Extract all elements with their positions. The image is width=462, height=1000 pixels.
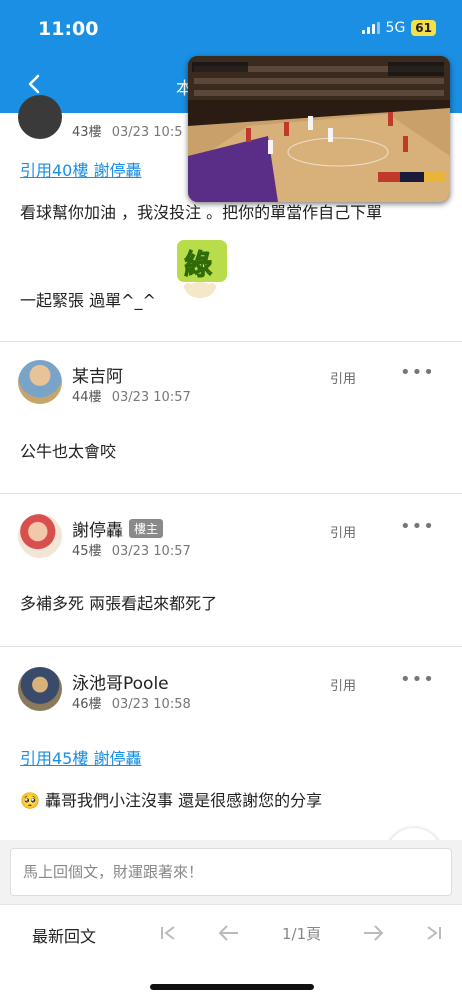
status-indicators: 5G 61	[361, 20, 436, 36]
last-page-icon[interactable]	[424, 925, 442, 941]
first-page-icon[interactable]	[160, 925, 178, 941]
sticker-image: 綠	[172, 235, 232, 301]
more-dots-icon[interactable]: •••	[400, 516, 435, 537]
post-content: 看球幫你加油 ，我沒投注 。把你的單當作自己下單	[20, 203, 383, 222]
more-dots-icon[interactable]: •••	[400, 669, 435, 690]
arrow-left-icon[interactable]	[218, 925, 240, 941]
post-header: 某吉阿 44樓 03/23 10:57 引用 •••	[18, 360, 448, 406]
back-button[interactable]	[22, 70, 46, 98]
post-header: 泳池哥Poole 46樓 03/23 10:58 引用 •••	[18, 667, 448, 713]
avatar[interactable]	[18, 95, 62, 139]
avatar[interactable]	[18, 360, 62, 404]
post-meta: 44樓 03/23 10:57	[72, 386, 191, 405]
author-name[interactable]: 泳池哥Poole	[72, 669, 169, 694]
post-time: 03/23 10:57	[111, 390, 191, 405]
author-name[interactable]: 謝停轟 樓主	[72, 516, 164, 541]
floor-number: 44樓	[72, 390, 102, 405]
post-header: 謝停轟 樓主 45樓 03/23 10:57 引用 •••	[18, 514, 448, 560]
quote-button[interactable]: 引用	[330, 368, 356, 387]
signal-icon	[361, 22, 380, 34]
post-time: 03/23 10:57	[111, 544, 191, 559]
post-meta: 45樓 03/23 10:57	[72, 540, 191, 559]
battery-icon: 61	[411, 20, 436, 36]
post-content: 多補多死 兩張看起來都死了	[20, 594, 218, 613]
home-indicator	[150, 984, 314, 990]
page-indicator[interactable]: 1/1頁	[282, 923, 321, 944]
post-item: 謝停轟 樓主 45樓 03/23 10:57 引用 ••• 多補多死 兩張看起來…	[0, 494, 462, 647]
arrow-right-icon[interactable]	[362, 925, 384, 941]
post-content: 🥺 轟哥我們小注沒事 還是很感謝您的分享	[20, 791, 323, 810]
post-content: 一起緊張 過單^_^	[20, 291, 156, 310]
sticker-text: 綠	[183, 248, 213, 282]
floor-number: 43樓	[72, 125, 102, 140]
quote-button[interactable]: 引用	[330, 522, 356, 541]
avatar[interactable]	[18, 514, 62, 558]
reply-input[interactable]: 馬上回個文，財運跟著來！	[10, 848, 452, 896]
latest-replies-button[interactable]: 最新回文	[32, 923, 96, 947]
floor-number: 46樓	[72, 697, 102, 712]
chevron-left-icon	[28, 74, 40, 94]
post-content: 公牛也太會咬	[20, 442, 117, 461]
post-item: 泳池哥Poole 46樓 03/23 10:58 引用 ••• 引用45樓 謝停…	[0, 647, 462, 840]
floor-number: 45樓	[72, 544, 102, 559]
quote-link[interactable]: 引用45樓 謝停轟	[20, 745, 141, 769]
author-name[interactable]: 某吉阿	[72, 362, 123, 387]
status-time: 11:00	[38, 18, 99, 40]
quote-link[interactable]: 引用40樓 謝停轟	[20, 157, 141, 181]
post-item: 某吉阿 44樓 03/23 10:57 引用 ••• 公牛也太會咬	[0, 342, 462, 494]
avatar[interactable]	[18, 667, 62, 711]
post-meta: 43樓 03/23 10:5	[72, 121, 182, 140]
post-time: 03/23 10:5	[111, 125, 183, 140]
quote-button[interactable]: 引用	[330, 675, 356, 694]
video-pip[interactable]	[188, 56, 450, 202]
reply-bar: 馬上回個文，財運跟著來！	[0, 840, 462, 904]
post-meta: 46樓 03/23 10:58	[72, 693, 191, 712]
post-time: 03/23 10:58	[111, 697, 191, 712]
more-dots-icon[interactable]: •••	[400, 362, 435, 383]
op-badge: 樓主	[129, 519, 164, 538]
network-label: 5G	[385, 20, 406, 36]
